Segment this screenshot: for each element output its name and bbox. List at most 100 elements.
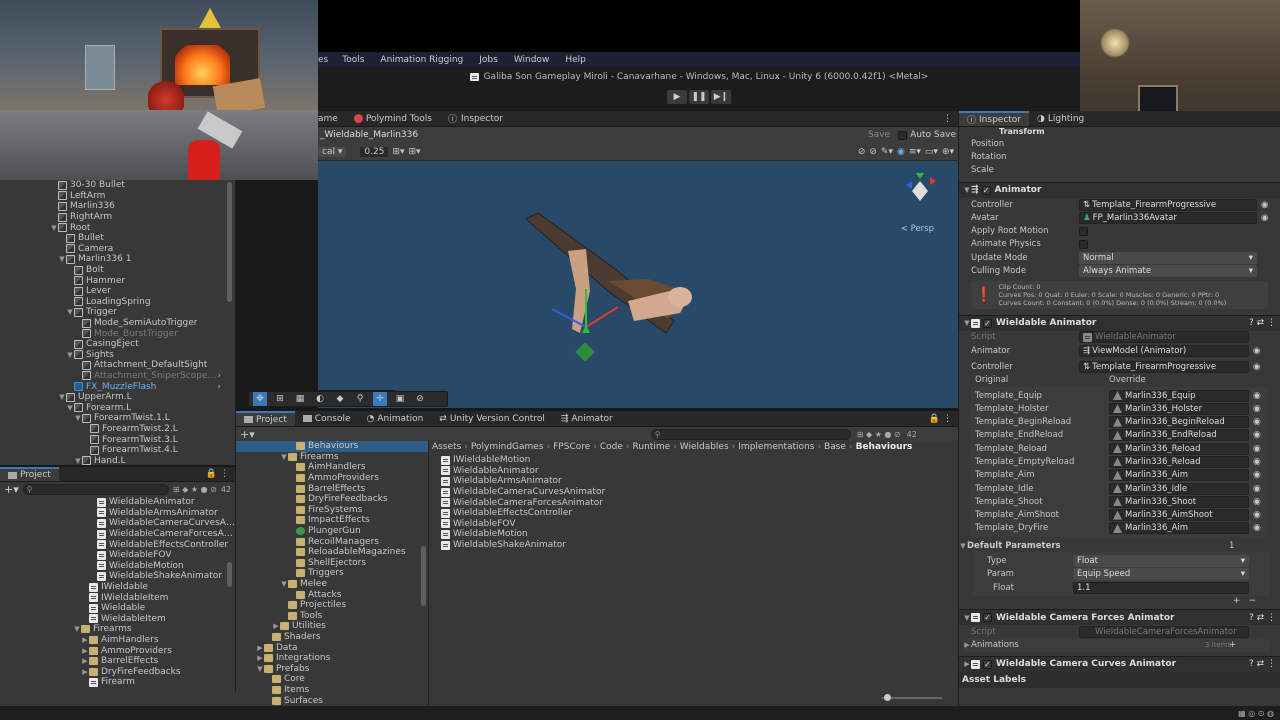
override-clip-field[interactable]: Marlin336_Reload xyxy=(1109,442,1249,455)
animations-row[interactable]: ▶ Animations 3 items + xyxy=(963,638,1270,652)
expand-icon[interactable]: ▼ xyxy=(963,614,971,622)
breadcrumb-item[interactable]: Code xyxy=(600,442,623,452)
grid-gizmo-icon[interactable]: ▦ xyxy=(293,392,307,406)
hierarchy-row[interactable]: ▼ Trigger xyxy=(0,307,235,318)
culling-mode-dropdown[interactable]: Always Animate ▾ xyxy=(1079,265,1257,278)
file-item[interactable]: WieldableEffectsController xyxy=(441,508,958,519)
persp-label[interactable]: < Persp xyxy=(901,224,934,234)
expand-icon[interactable]: ▼ xyxy=(256,665,264,673)
folder-row[interactable]: ▶ Integrations xyxy=(236,653,428,664)
project-row[interactable]: ▶ DryFireFeedbacks xyxy=(0,667,235,678)
project-row[interactable]: IWieldable xyxy=(0,582,235,593)
more-icon[interactable]: ⋮ xyxy=(943,114,958,124)
override-clip-field[interactable]: Marlin336_BeginReload xyxy=(1109,416,1249,429)
object-picker-icon[interactable]: ◉ xyxy=(1253,470,1261,480)
hierarchy-row[interactable]: Bullet xyxy=(0,233,235,244)
folder-row[interactable]: FireSystems xyxy=(236,505,428,516)
hierarchy-row[interactable]: ▼ UpperArm.L xyxy=(0,392,235,403)
project-row[interactable]: WieldableCameraForcesAnimat xyxy=(0,529,235,540)
hierarchy-row[interactable]: ▼ Forearm.L xyxy=(0,402,235,413)
folder-row[interactable]: ReloadableMagazines xyxy=(236,547,428,558)
expand-icon[interactable]: ▼ xyxy=(73,625,81,633)
project-row[interactable]: ▶ AmmoProviders xyxy=(0,645,235,656)
tab-inspector[interactable]: ⓘ Inspector xyxy=(959,111,1029,126)
tab-project-left[interactable]: Project xyxy=(0,467,59,481)
snap-gizmo-icon[interactable]: ▣ xyxy=(393,392,407,406)
project-row[interactable]: IWieldableItem xyxy=(0,592,235,603)
layers-icon[interactable]: ≡▾ xyxy=(909,147,921,157)
project-row[interactable]: ▶ AimHandlers xyxy=(0,635,235,646)
camera-curves-checkbox[interactable] xyxy=(983,659,992,669)
expand-icon[interactable]: ▼ xyxy=(66,351,74,359)
hierarchy-row[interactable]: Camera xyxy=(0,244,235,255)
zoom-value[interactable]: 0.25 xyxy=(360,146,389,157)
hierarchy-row[interactable]: Mode_BurstTrigger xyxy=(0,328,235,339)
collapsed-icon[interactable]: ▶ xyxy=(272,622,280,630)
brush-icon[interactable]: ✎▾ xyxy=(881,147,893,157)
project-row[interactable]: WieldableFOV xyxy=(0,550,235,561)
camera-icon[interactable]: ▭▾ xyxy=(925,147,938,157)
hand-tool-icon[interactable]: ✥ xyxy=(253,392,267,406)
menu-item-jobs[interactable]: Jobs xyxy=(471,52,506,67)
override-clip-field[interactable]: Marlin336_Holster xyxy=(1109,402,1249,415)
folder-row[interactable]: Items xyxy=(236,685,428,696)
collapsed-icon[interactable]: ▶ xyxy=(81,636,89,644)
project-row[interactable]: WieldableMotion xyxy=(0,561,235,572)
expand-icon[interactable]: ▼ xyxy=(74,414,82,422)
zoom-slider[interactable] xyxy=(882,694,942,701)
breadcrumb-item[interactable]: Base xyxy=(824,442,846,452)
collapsed-icon[interactable]: ▶ xyxy=(81,668,89,676)
hierarchy-row[interactable]: FX_MuzzleFlash › xyxy=(0,381,235,392)
object-picker-icon[interactable]: ◉ xyxy=(1253,346,1260,356)
search-gizmo-icon[interactable]: ⚲ xyxy=(353,392,367,406)
override-clip-field[interactable]: Marlin336_Aim xyxy=(1109,522,1249,535)
folder-row[interactable]: ▼ Firearms xyxy=(236,452,428,463)
project-row[interactable]: WieldableAnimator xyxy=(0,497,235,508)
hierarchy-row[interactable]: Attachment_SniperScopeSx › xyxy=(0,371,235,382)
object-picker-icon[interactable]: ◉ xyxy=(1253,484,1261,494)
add-icon[interactable]: + xyxy=(1229,640,1236,650)
hierarchy-row[interactable]: ▼ Sights xyxy=(0,350,235,361)
hierarchy-row[interactable]: Hammer xyxy=(0,275,235,286)
animator-header[interactable]: ▼ ⇶ Animator xyxy=(959,181,1280,198)
collapsed-icon[interactable]: ▶ xyxy=(81,657,89,665)
hierarchy-row[interactable]: RightArm xyxy=(0,212,235,223)
override-clip-field[interactable]: Marlin336_Equip xyxy=(1109,389,1249,402)
grid-snap-icon[interactable]: ⊞▾ xyxy=(392,147,404,157)
camera-forces-checkbox[interactable] xyxy=(983,613,992,623)
project-search-input[interactable]: ⚲ xyxy=(650,428,851,440)
file-item[interactable]: WieldableArmsAnimator xyxy=(441,476,958,487)
breadcrumb-item[interactable]: PolymindGames xyxy=(471,442,544,452)
asset-labels-bar[interactable]: Asset Labels xyxy=(959,671,1280,688)
folder-row[interactable]: Core xyxy=(236,674,428,685)
hierarchy-row[interactable]: ▼ Marlin336 1 xyxy=(0,254,235,265)
project-row[interactable]: WieldableItem xyxy=(0,614,235,625)
folder-row[interactable]: Attacks xyxy=(236,589,428,600)
status-icons[interactable]: ▦ ◎ ⊙ ◍ xyxy=(1238,709,1274,718)
folder-row[interactable]: Tools xyxy=(236,611,428,622)
create-icon[interactable]: +▾ xyxy=(240,428,255,441)
scene-viewport[interactable]: < Persp ✥ ⊞ ▦ ◐ ◆ ⚲ ✛ ▣ ⊘ xyxy=(318,161,958,408)
step-icon[interactable]: ▶❙ xyxy=(711,90,731,104)
project-tree-scrollbar[interactable] xyxy=(421,546,426,606)
param-dropdown[interactable]: Equip Speed ▾ xyxy=(1073,568,1249,581)
expand-icon[interactable]: ▼ xyxy=(50,224,58,232)
object-picker-icon[interactable]: ◉ xyxy=(1253,417,1261,427)
project-row[interactable]: Firearm xyxy=(0,677,235,688)
breadcrumb-item[interactable]: Behaviours xyxy=(856,442,913,452)
file-item[interactable]: WieldableCameraForcesAnimator xyxy=(441,497,958,508)
scale-gizmo-icon[interactable]: ◆ xyxy=(333,392,347,406)
folder-row[interactable]: ▶ Data xyxy=(236,642,428,653)
search-input[interactable]: ⚲ xyxy=(22,484,169,495)
object-picker-icon[interactable]: ◉ xyxy=(1253,510,1261,520)
expand-icon[interactable]: ▼ xyxy=(74,457,82,465)
tab-animator[interactable]: ⇶ Animator xyxy=(553,411,621,426)
project-row[interactable]: ▼ Firearms xyxy=(0,624,235,635)
hierarchy-row[interactable]: ForearmTwist.4.L xyxy=(0,445,235,456)
override-clip-field[interactable]: Marlin336_EndReload xyxy=(1109,429,1249,442)
tab-project[interactable]: Project xyxy=(236,411,295,426)
folder-row[interactable]: DryFireFeedbacks xyxy=(236,494,428,505)
visibility-icon[interactable]: ⊘ xyxy=(858,147,866,157)
override-clip-field[interactable]: Marlin336_Reload xyxy=(1109,455,1249,468)
tab-animation[interactable]: ◔ Animation xyxy=(359,411,432,426)
